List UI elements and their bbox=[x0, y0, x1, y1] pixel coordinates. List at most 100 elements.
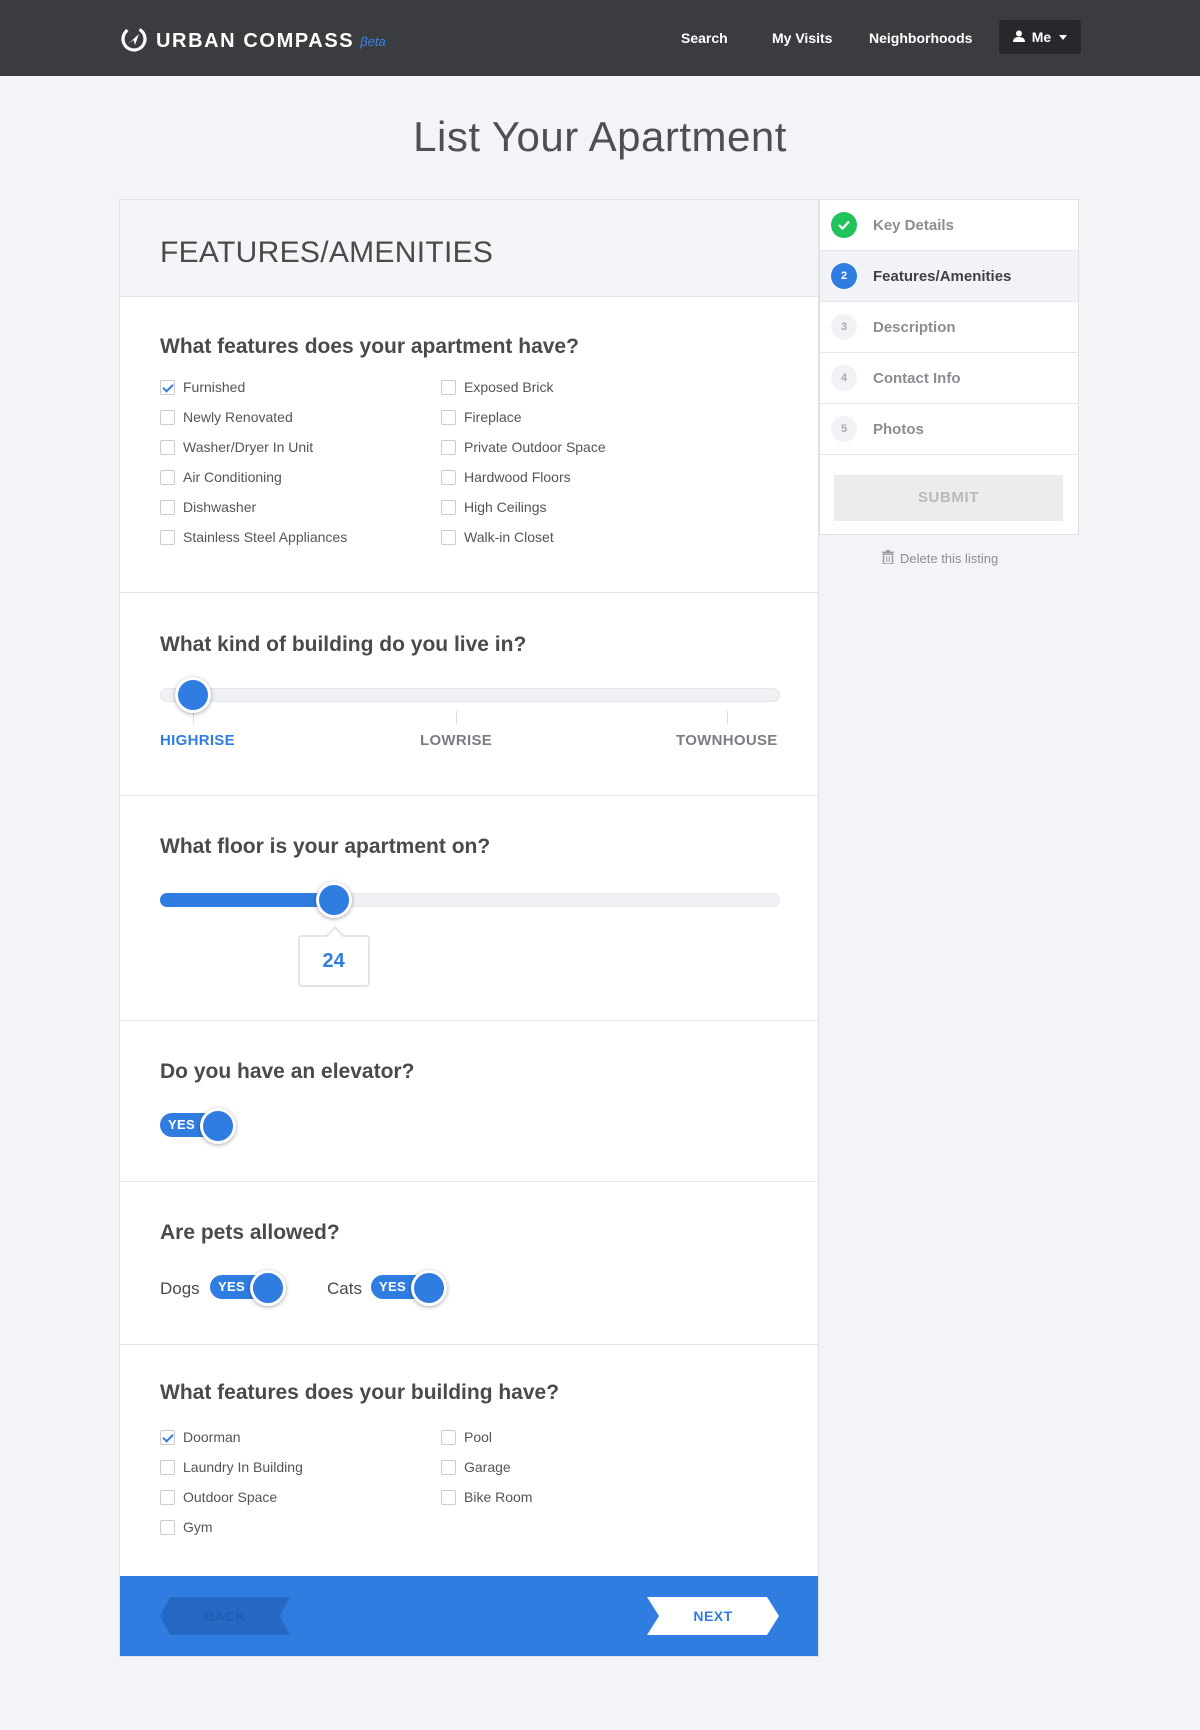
next-button[interactable]: NEXT bbox=[647, 1597, 779, 1635]
step-photos[interactable]: 5 Photos bbox=[820, 404, 1078, 455]
dogs-toggle[interactable]: YES bbox=[210, 1270, 288, 1306]
checkbox-unchecked[interactable] bbox=[160, 1519, 175, 1535]
checkbox-stainless-steel-appliances[interactable]: Stainless Steel Appliances bbox=[160, 529, 347, 545]
checkbox-exposed-brick[interactable]: Exposed Brick bbox=[441, 379, 553, 395]
cats-toggle[interactable]: YES bbox=[371, 1270, 449, 1306]
building-type-section: What kind of building do you live in? HI… bbox=[120, 593, 818, 796]
checkbox-private-outdoor-space[interactable]: Private Outdoor Space bbox=[441, 439, 606, 455]
step-number: 3 bbox=[831, 314, 857, 340]
elevator-toggle-knob bbox=[200, 1108, 236, 1144]
checkbox-unchecked[interactable] bbox=[441, 409, 456, 425]
checkbox-unchecked[interactable] bbox=[160, 409, 175, 425]
step-number: 5 bbox=[831, 416, 857, 442]
checkbox-unchecked[interactable] bbox=[441, 529, 456, 545]
checkbox-label: Dishwasher bbox=[183, 499, 257, 515]
caret-down-icon bbox=[1059, 34, 1068, 40]
building-type-track[interactable] bbox=[160, 688, 780, 702]
checkbox-outdoor-space[interactable]: Outdoor Space bbox=[160, 1489, 277, 1505]
checkbox-unchecked[interactable] bbox=[441, 469, 456, 485]
checkbox-newly-renovated[interactable]: Newly Renovated bbox=[160, 409, 293, 425]
checkbox-doorman[interactable]: Doorman bbox=[160, 1429, 241, 1445]
tick-townhouse bbox=[727, 711, 728, 724]
nav-neighborhoods[interactable]: Neighborhoods bbox=[869, 30, 972, 46]
checkbox-label: Furnished bbox=[183, 379, 246, 395]
checkbox-laundry-in-building[interactable]: Laundry In Building bbox=[160, 1459, 303, 1475]
checkbox-unchecked[interactable] bbox=[441, 1489, 456, 1505]
form-footer: BACK NEXT bbox=[120, 1576, 818, 1656]
checkbox-unchecked[interactable] bbox=[160, 499, 175, 515]
logo[interactable]: URBAN COMPASS βeta bbox=[119, 24, 386, 59]
nav-search[interactable]: Search bbox=[681, 30, 728, 46]
checkbox-washer-dryer-in-unit[interactable]: Washer/Dryer In Unit bbox=[160, 439, 313, 455]
checkbox-label: Stainless Steel Appliances bbox=[183, 529, 348, 545]
apartment-features-section: What features does your apartment have? … bbox=[120, 297, 818, 593]
check-circle-icon bbox=[831, 212, 857, 238]
checkbox-label: Gym bbox=[183, 1519, 213, 1535]
step-label: Key Details bbox=[873, 216, 954, 234]
step-label: Description bbox=[873, 318, 956, 336]
step-number: 2 bbox=[831, 263, 857, 289]
checkbox-unchecked[interactable] bbox=[441, 1459, 456, 1475]
step-label: Photos bbox=[873, 420, 924, 438]
floor-value-box: 24 bbox=[297, 935, 370, 987]
checkbox-pool[interactable]: Pool bbox=[441, 1429, 492, 1445]
checkbox-air-conditioning[interactable]: Air Conditioning bbox=[160, 469, 282, 485]
floor-slider-fill bbox=[160, 893, 334, 907]
step-contact-info[interactable]: 4 Contact Info bbox=[820, 353, 1078, 404]
step-description[interactable]: 3 Description bbox=[820, 302, 1078, 353]
checkbox-unchecked[interactable] bbox=[160, 469, 175, 485]
page-title: List Your Apartment bbox=[413, 113, 787, 160]
checkbox-dishwasher[interactable]: Dishwasher bbox=[160, 499, 256, 515]
checkbox-unchecked[interactable] bbox=[441, 379, 456, 395]
pets-question: Are pets allowed? bbox=[160, 1221, 340, 1244]
step-features-amenities[interactable]: 2 Features/Amenities bbox=[820, 251, 1078, 302]
checkbox-unchecked[interactable] bbox=[441, 439, 456, 455]
checkbox-high-ceilings[interactable]: High Ceilings bbox=[441, 499, 546, 515]
pets-section: Are pets allowed? Dogs YES Cats YES bbox=[120, 1182, 818, 1345]
checkbox-garage[interactable]: Garage bbox=[441, 1459, 511, 1475]
checkbox-fireplace[interactable]: Fireplace bbox=[441, 409, 522, 425]
user-menu-button[interactable]: Me bbox=[999, 20, 1081, 54]
checkbox-walk-in-closet[interactable]: Walk-in Closet bbox=[441, 529, 554, 545]
checkbox-bike-room[interactable]: Bike Room bbox=[441, 1489, 532, 1505]
checkbox-unchecked[interactable] bbox=[441, 1429, 456, 1445]
checkbox-unchecked[interactable] bbox=[160, 529, 175, 545]
elevator-question: Do you have an elevator? bbox=[160, 1060, 415, 1083]
checkbox-unchecked[interactable] bbox=[441, 499, 456, 515]
checkbox-hardwood-floors[interactable]: Hardwood Floors bbox=[441, 469, 571, 485]
delete-listing-link[interactable]: Delete this listing bbox=[882, 550, 998, 567]
checkbox-label: Hardwood Floors bbox=[464, 469, 571, 485]
checkbox-label: Laundry In Building bbox=[183, 1459, 303, 1475]
checkbox-unchecked[interactable] bbox=[160, 439, 175, 455]
checkbox-label: Washer/Dryer In Unit bbox=[183, 439, 314, 455]
checkbox-label: Newly Renovated bbox=[183, 409, 293, 425]
checkbox-checked[interactable] bbox=[160, 379, 175, 395]
back-button[interactable]: BACK bbox=[160, 1597, 290, 1635]
checkbox-gym[interactable]: Gym bbox=[160, 1519, 213, 1535]
nav-my-visits[interactable]: My Visits bbox=[772, 30, 832, 46]
checkbox-label: Pool bbox=[464, 1429, 493, 1445]
submit-button[interactable]: SUBMIT bbox=[834, 475, 1063, 521]
step-key-details[interactable]: Key Details bbox=[820, 200, 1078, 251]
option-townhouse[interactable]: TOWNHOUSE bbox=[676, 732, 778, 749]
checkbox-unchecked[interactable] bbox=[160, 1459, 175, 1475]
tick-lowrise bbox=[456, 711, 457, 724]
option-lowrise[interactable]: LOWRISE bbox=[420, 732, 492, 749]
checkbox-label: Walk-in Closet bbox=[464, 529, 554, 545]
elevator-toggle[interactable]: YES bbox=[160, 1108, 238, 1144]
form-card: FEATURES/AMENITIES What features does yo… bbox=[119, 199, 819, 1657]
user-menu-label: Me bbox=[1031, 29, 1052, 45]
step-label: Contact Info bbox=[873, 369, 961, 387]
floor-section: What floor is your apartment on? 24 bbox=[120, 796, 818, 1021]
option-highrise[interactable]: HIGHRISE bbox=[160, 732, 235, 749]
building-type-question: What kind of building do you live in? bbox=[160, 633, 527, 656]
checkbox-label: Outdoor Space bbox=[183, 1489, 278, 1505]
checkbox-label: Doorman bbox=[183, 1429, 241, 1445]
checkbox-checked[interactable] bbox=[160, 1429, 175, 1445]
step-number: 4 bbox=[831, 365, 857, 391]
checkbox-furnished[interactable]: Furnished bbox=[160, 379, 245, 395]
building-type-slider-handle[interactable] bbox=[175, 677, 211, 713]
section-heading: FEATURES/AMENITIES bbox=[160, 236, 494, 269]
floor-slider-handle[interactable] bbox=[315, 882, 352, 918]
checkbox-unchecked[interactable] bbox=[160, 1489, 175, 1505]
